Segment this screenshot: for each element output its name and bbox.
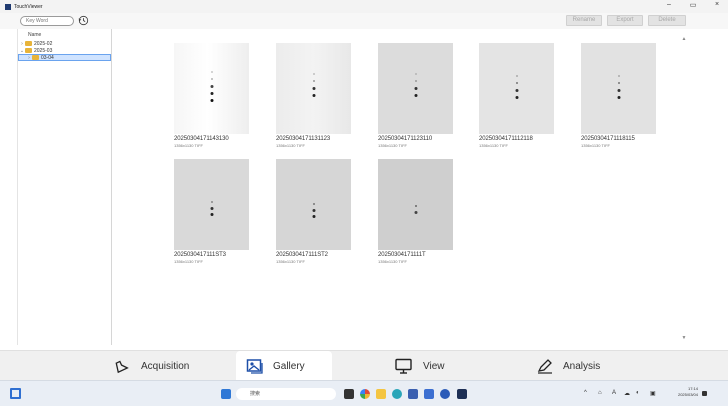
gallery-item[interactable]: 2025030417111ST3 1356x1130 TIFF [174,159,249,264]
image-thumbnail[interactable] [174,159,249,250]
network-icon[interactable]: ⌂ [598,390,602,396]
tab-label: Acquisition [141,360,190,372]
taskbar-search[interactable]: 搜索 [236,388,336,400]
image-gallery: 20250304171143130 1356x1130 TIFF 2025030… [112,29,690,345]
tray-expand-icon[interactable]: ^ [584,390,587,396]
gallery-item[interactable]: 20250304171123110 1356x1130 TIFF [378,43,453,148]
desktop-strip [0,406,728,419]
tree-item-label: 03-04 [41,54,54,61]
minimize-button[interactable]: – [664,1,674,9]
tab-analysis[interactable]: Analysis [526,351,610,381]
pen-icon [537,359,552,374]
tab-label: Analysis [563,360,601,372]
toolbar: Rename Export Delete [0,13,728,29]
title-bar: TouchViewer – ▭ × [0,0,728,13]
tab-gallery[interactable]: Gallery [236,351,332,381]
image-info: 1356x1130 TIFF [479,143,508,148]
image-thumbnail[interactable] [378,43,453,134]
edge-icon[interactable] [392,389,402,399]
app-icon-blue[interactable] [440,389,450,399]
image-filename: 20250304171143130 [174,136,229,142]
mode-bar: Acquisition Gallery View Analysis [0,350,728,381]
image-thumbnail[interactable] [174,43,249,134]
maximize-button[interactable]: ▭ [688,1,698,9]
tree-item-2025-03[interactable]: ⌄ 2025-03 [18,47,111,54]
window-controls: – ▭ × [664,1,722,9]
image-info: 1356x1130 TIFF [378,259,407,264]
export-button[interactable]: Export [607,15,643,26]
gallery-item[interactable]: 20250304171143130 1356x1130 TIFF [174,43,249,148]
image-info: 1356x1130 TIFF [276,143,305,148]
image-info: 1356x1130 TIFF [581,143,610,148]
tab-acquisition[interactable]: Acquisition [104,351,199,381]
image-thumbnail[interactable] [378,159,453,250]
start-icon[interactable] [221,389,231,399]
tree-item-2025-02[interactable]: › 2025-02 [18,40,111,47]
app-title: TouchViewer [14,3,43,10]
touchviewer-taskbar-icon[interactable] [457,389,467,399]
tree-item-label: 2025-02 [34,40,53,47]
scroll-up-icon[interactable]: ▲ [680,36,688,42]
gallery-scrollbar[interactable]: ▲ ▼ [680,36,688,341]
flask-icon [115,360,129,374]
image-thumbnail[interactable] [479,43,554,134]
tab-view[interactable]: View [384,351,455,381]
widgets-icon[interactable] [10,388,21,399]
image-filename: 20250304171131123 [276,136,331,142]
image-filename: 20250304171123110 [378,136,433,142]
gallery-item[interactable]: 2025030417111ST2 1356x1130 TIFF [276,159,351,264]
rename-button[interactable]: Rename [566,15,602,26]
image-info: 1356x1130 TIFF [276,259,305,264]
app-icon [5,3,11,10]
battery-icon[interactable]: ▣ [650,390,656,397]
tree-item-03-04[interactable]: › 03-04 [18,54,111,61]
taskbar: ⌕ 搜索 ^ ⌂ A ☁ ◐ ▣ 17:14 2025/03/04 [0,380,728,406]
folder-icon [25,41,32,46]
gallery-item[interactable]: 20250304171112118 1356x1130 TIFF [479,43,554,148]
image-filename: 2025030417111ST2 [276,252,328,258]
store-icon[interactable] [408,389,418,399]
image-info: 1356x1130 TIFF [174,143,203,148]
mail-icon[interactable] [424,389,434,399]
image-filename: 2025030417111ST3 [174,252,226,258]
close-button[interactable]: × [712,1,722,9]
image-filename: 20250304171118115 [581,136,635,142]
image-thumbnail[interactable] [276,43,351,134]
chrome-icon[interactable] [360,389,370,399]
gallery-item[interactable]: 20250304171131123 1356x1130 TIFF [276,43,351,148]
file-explorer-icon[interactable] [376,389,386,399]
image-filename: 20250304171111T [378,252,426,258]
refresh-history-icon[interactable] [78,15,89,26]
tab-label: Gallery [273,360,305,372]
notification-icon[interactable] [702,391,707,396]
clock-date: 2025/03/04 [677,392,698,397]
task-view-icon[interactable] [344,389,354,399]
ime-icon[interactable]: A [612,390,616,396]
delete-button[interactable]: Delete [648,15,686,26]
monitor-icon [395,358,412,374]
tree-item-label: 2025-03 [34,47,53,54]
image-thumbnail[interactable] [276,159,351,250]
cloud-icon[interactable]: ☁ [624,390,630,397]
tab-label: View [423,360,445,372]
volume-icon[interactable]: ◐ [636,390,640,396]
image-info: 1356x1130 TIFF [378,143,407,148]
clock[interactable]: 17:14 2025/03/04 [676,386,698,398]
search-input[interactable] [20,16,74,26]
image-info: 1356x1130 TIFF [174,259,203,264]
tree-header: Name [28,32,42,38]
scroll-down-icon[interactable]: ▼ [680,335,688,341]
folder-tree: Name › 2025-02 ⌄ 2025-03 › 03-04 [17,29,112,345]
gallery-item[interactable]: 20250304171111T 1356x1130 TIFF [378,159,453,264]
folder-icon [32,55,39,60]
gallery-icon [246,359,263,374]
image-thumbnail[interactable] [581,43,656,134]
folder-icon [25,48,32,53]
gallery-item[interactable]: 20250304171118115 1356x1130 TIFF [581,43,656,148]
image-filename: 20250304171112118 [479,136,533,142]
